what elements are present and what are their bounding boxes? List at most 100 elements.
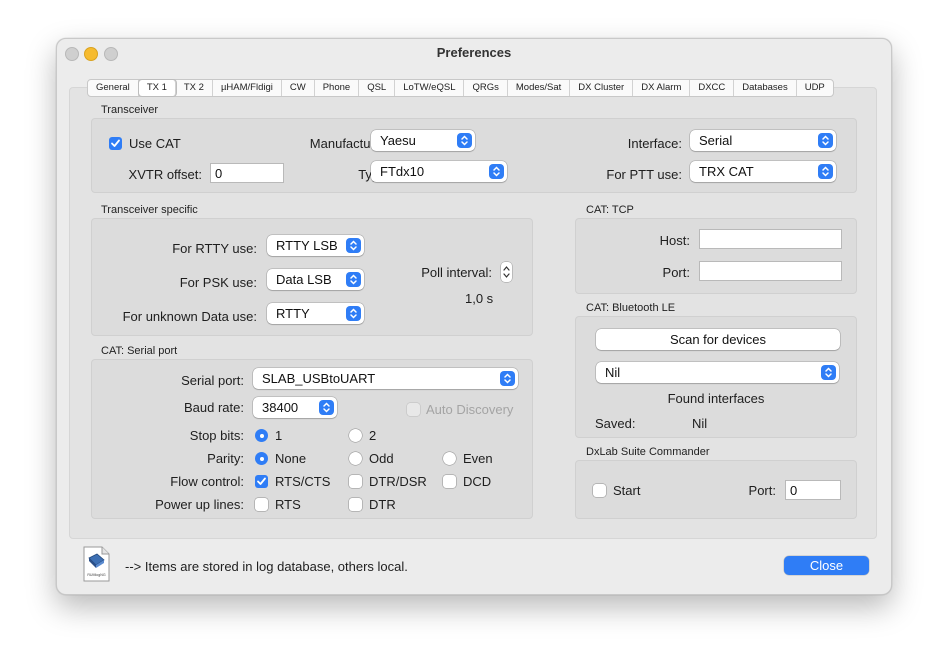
- cat-tcp-title: CAT: TCP: [586, 204, 634, 216]
- type-select[interactable]: FTdx10: [371, 161, 507, 182]
- transceiver-group: Use CAT Manufacturer: Yaesu Interface: S…: [91, 118, 857, 193]
- flow-rts-cts-checkbox[interactable]: [255, 475, 268, 488]
- tab-uham-fldigi[interactable]: µHAM/Fldigi: [213, 80, 282, 96]
- interface-label: Interface:: [627, 136, 682, 151]
- log-icon-caption: RUMlogNG: [87, 573, 106, 577]
- chevron-updown-icon: [346, 272, 361, 287]
- power-rts-checkbox[interactable]: [255, 498, 268, 511]
- close-button[interactable]: Close: [784, 556, 869, 575]
- footer-note: --> Items are stored in log database, ot…: [125, 559, 408, 574]
- parity-even-label: Even: [463, 451, 493, 466]
- parity-even-radio[interactable]: [443, 452, 456, 465]
- tab-qsl[interactable]: QSL: [359, 80, 396, 96]
- tcp-port-label: Port:: [662, 265, 690, 280]
- title-bar: Preferences: [57, 39, 891, 67]
- xvtr-offset-input[interactable]: 0: [210, 163, 284, 183]
- stop-bits-2-radio[interactable]: [349, 429, 362, 442]
- tab-qrgs[interactable]: QRGs: [464, 80, 508, 96]
- manufacturer-value: Yaesu: [380, 133, 416, 148]
- ptt-select[interactable]: TRX CAT: [690, 161, 836, 182]
- stop-bits-1-radio[interactable]: [255, 429, 268, 442]
- chevron-updown-icon: [319, 400, 334, 415]
- power-dtr-label: DTR: [369, 497, 396, 512]
- unknown-data-use-select[interactable]: RTTY: [267, 303, 364, 324]
- transceiver-section-title: Transceiver: [101, 104, 159, 116]
- tab-cw[interactable]: CW: [282, 80, 315, 96]
- bluetooth-device-select[interactable]: Nil: [596, 362, 839, 383]
- auto-discovery-checkbox[interactable]: [407, 403, 420, 416]
- baud-rate-value: 38400: [262, 400, 299, 415]
- tab-dx-cluster[interactable]: DX Cluster: [570, 80, 634, 96]
- use-cat-label: Use CAT: [129, 136, 181, 151]
- scan-devices-button[interactable]: Scan for devices: [596, 329, 840, 350]
- tab-udp[interactable]: UDP: [797, 80, 833, 96]
- chevron-updown-icon: [489, 164, 504, 179]
- tab-tx2[interactable]: TX 2: [176, 80, 213, 96]
- tab-databases[interactable]: Databases: [734, 80, 797, 96]
- tab-general[interactable]: General: [88, 80, 139, 96]
- interface-select[interactable]: Serial: [690, 130, 836, 151]
- power-rts-label: RTS: [275, 497, 301, 512]
- manufacturer-select[interactable]: Yaesu: [371, 130, 475, 151]
- rtty-use-value: RTTY LSB: [276, 238, 338, 253]
- parity-odd-radio[interactable]: [349, 452, 362, 465]
- tab-modes-sat[interactable]: Modes/Sat: [508, 80, 571, 96]
- flow-dtr-dsr-label: DTR/DSR: [369, 474, 427, 489]
- stop-bits-2-label: 2: [369, 428, 377, 443]
- baud-rate-select[interactable]: 38400: [253, 397, 337, 418]
- use-cat-checkbox[interactable]: [109, 137, 122, 150]
- dxlab-port-input[interactable]: 0: [785, 480, 841, 500]
- psk-use-select[interactable]: Data LSB: [267, 269, 364, 290]
- tcp-port-input[interactable]: [699, 261, 842, 281]
- tab-content: Transceiver Use CAT Manufacturer: Yaesu …: [69, 87, 877, 539]
- parity-none-label: None: [275, 451, 307, 466]
- tab-dxcc[interactable]: DXCC: [690, 80, 735, 96]
- tcp-host-label: Host:: [659, 233, 690, 248]
- chevron-updown-icon: [818, 133, 833, 148]
- parity-odd-label: Odd: [369, 451, 394, 466]
- stop-bits-1-label: 1: [275, 428, 283, 443]
- serial-port-label: Serial port:: [181, 373, 244, 388]
- power-up-lines-label: Power up lines:: [155, 497, 244, 512]
- psk-use-label: For PSK use:: [179, 275, 257, 290]
- interface-value: Serial: [699, 133, 733, 148]
- poll-interval-label: Poll interval:: [421, 265, 492, 280]
- tab-phone[interactable]: Phone: [315, 80, 360, 96]
- tcp-host-input[interactable]: [699, 229, 842, 249]
- ptt-value: TRX CAT: [699, 164, 754, 179]
- cat-tcp-group: Host: Port:: [575, 218, 857, 294]
- serial-port-section-title: CAT: Serial port: [101, 345, 178, 357]
- bluetooth-title: CAT: Bluetooth LE: [586, 302, 676, 314]
- tab-lotw-eqsl[interactable]: LoTW/eQSL: [395, 80, 465, 96]
- tab-bar: General TX 1 TX 2 µHAM/Fldigi CW Phone Q…: [87, 79, 834, 97]
- flow-rts-cts-label: RTS/CTS: [275, 474, 331, 489]
- dxlab-title: DxLab Suite Commander: [586, 446, 710, 458]
- found-interfaces-label: Found interfaces: [667, 391, 765, 406]
- dxlab-group: Start Port: 0: [575, 460, 857, 519]
- bluetooth-group: Scan for devices Nil Found interfaces Sa…: [575, 316, 857, 438]
- chevron-updown-icon: [457, 133, 472, 148]
- power-dtr-checkbox[interactable]: [349, 498, 362, 511]
- flow-dcd-checkbox[interactable]: [443, 475, 456, 488]
- ptt-label: For PTT use:: [606, 167, 682, 182]
- dxlab-start-checkbox[interactable]: [593, 484, 606, 497]
- flow-dtr-dsr-checkbox[interactable]: [349, 475, 362, 488]
- tab-dx-alarm[interactable]: DX Alarm: [633, 80, 691, 96]
- poll-interval-stepper[interactable]: [501, 262, 512, 282]
- dxlab-start-label: Start: [613, 483, 641, 498]
- rtty-use-label: For RTTY use:: [172, 241, 257, 256]
- serial-port-select[interactable]: SLAB_USBtoUART: [253, 368, 518, 389]
- poll-interval-value: 1,0 s: [465, 291, 494, 306]
- chevron-updown-icon: [818, 164, 833, 179]
- log-document-icon: RUMlogNG: [83, 546, 110, 582]
- preferences-window: Preferences General TX 1 TX 2 µHAM/Fldig…: [56, 38, 892, 595]
- stop-bits-label: Stop bits:: [189, 428, 244, 443]
- rtty-use-select[interactable]: RTTY LSB: [267, 235, 364, 256]
- chevron-updown-icon: [346, 306, 361, 321]
- type-value: FTdx10: [380, 164, 425, 179]
- flow-dcd-label: DCD: [463, 474, 492, 489]
- serial-port-value: SLAB_USBtoUART: [262, 371, 376, 386]
- tab-tx1[interactable]: TX 1: [138, 80, 176, 96]
- parity-none-radio[interactable]: [255, 452, 268, 465]
- flow-control-label: Flow control:: [170, 474, 244, 489]
